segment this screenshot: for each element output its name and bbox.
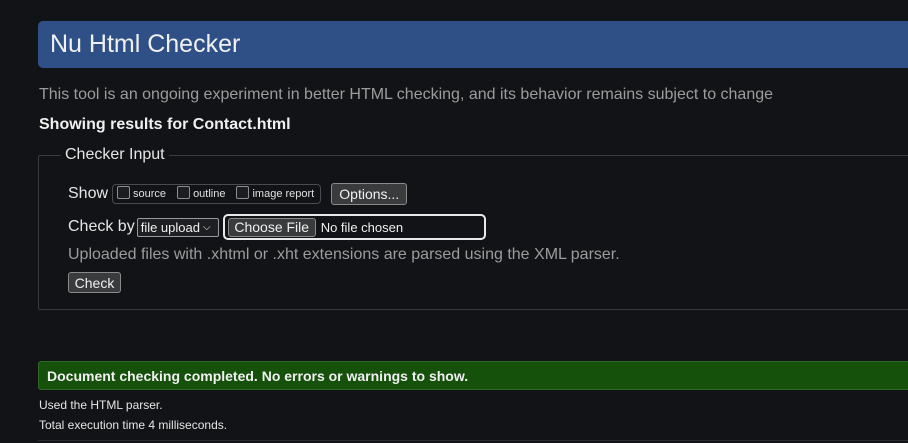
xml-parser-note: Uploaded files with .xhtml or .xht exten… (68, 246, 620, 263)
parser-detail: Used the HTML parser. (39, 398, 163, 412)
show-image-report-option[interactable]: image report (236, 185, 315, 201)
show-outline-option[interactable]: outline (177, 185, 226, 201)
show-label: Show (68, 185, 109, 202)
file-status-text: No file chosen (320, 219, 404, 235)
page-title: Nu Html Checker (50, 30, 241, 58)
outline-label: outline (193, 188, 226, 200)
chevron-down-icon: ⌵ (202, 221, 211, 233)
check-button[interactable]: Check (68, 272, 121, 293)
intro-text: This tool is an ongoing experiment in be… (39, 86, 774, 103)
image-report-label: image report (252, 188, 315, 200)
header-banner: Nu Html Checker (38, 21, 908, 68)
divider (38, 440, 908, 441)
check-by-row: Check by file upload ⌵ Choose File No fi… (68, 214, 486, 240)
check-by-select[interactable]: file upload ⌵ (136, 217, 219, 237)
show-row: Show source outline image report Options… (68, 183, 408, 205)
check-by-label: Check by (68, 218, 135, 235)
options-button[interactable]: Options... (331, 183, 408, 205)
show-options-group: source outline image report (112, 184, 322, 204)
image-report-checkbox[interactable] (236, 185, 250, 199)
execution-time-detail: Total execution time 4 milliseconds. (39, 418, 228, 432)
check-by-selected-value: file upload (140, 219, 200, 235)
results-heading: Showing results for Contact.html (39, 116, 291, 133)
outline-checkbox[interactable] (177, 185, 191, 199)
file-input[interactable]: Choose File No file chosen (222, 214, 486, 240)
choose-file-button[interactable]: Choose File (227, 217, 316, 237)
success-message: Document checking completed. No errors o… (38, 361, 908, 390)
show-source-option[interactable]: source (117, 185, 167, 201)
checker-input-legend: Checker Input (65, 146, 165, 163)
source-checkbox[interactable] (117, 185, 131, 199)
checker-page: Nu Html Checker This tool is an ongoing … (0, 0, 908, 443)
source-label: source (133, 188, 167, 200)
